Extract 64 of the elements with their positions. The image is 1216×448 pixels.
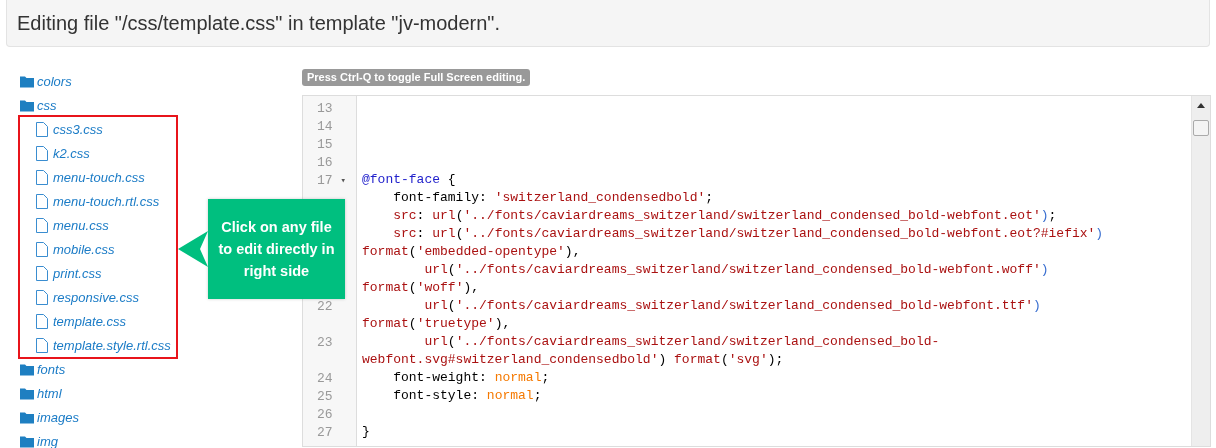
file-icon — [36, 337, 48, 353]
code-line: url('../fonts/caviardreams_switzerland/switzerland_condensed_bold-webfont.woff') — [423, 262, 1049, 277]
code-line: src: url('../fonts/caviardreams_switzerland/switzerland_condensed_bold-webfont.eot'); — [392, 208, 1057, 223]
fold-marker[interactable]: ▾ — [340, 174, 347, 186]
code-line: format('woff'), — [362, 280, 480, 295]
file-link[interactable]: mobile.css — [53, 241, 115, 257]
code-line: } — [362, 424, 370, 439]
file-icon — [36, 217, 48, 233]
page-title: Editing file "/css/template.css" in template "jv-modern". — [17, 11, 501, 35]
file-link[interactable]: menu-touch.rtl.css — [53, 193, 160, 209]
folder-icon — [20, 410, 34, 424]
file-link[interactable]: responsive.css — [53, 289, 139, 305]
code-line: @font-face { — [362, 172, 456, 187]
file-icon — [36, 265, 48, 281]
folder-link[interactable]: html — [37, 385, 62, 401]
file-icon — [36, 193, 48, 209]
folder-icon — [20, 434, 34, 448]
editor-hint: Press Ctrl-Q to toggle Full Screen editing. — [302, 69, 531, 86]
callout-text: Click on any file to edit directly in right side — [217, 218, 336, 281]
file-link[interactable]: template.css — [53, 313, 126, 329]
file-icon — [36, 169, 48, 185]
folder-link[interactable]: img — [37, 433, 58, 448]
code-line: url('../fonts/caviardreams_switzerland/switzerland_condensed_bold-webfont.ttf') — [423, 298, 1041, 313]
code-line: url('../fonts/caviardreams_switzerland/switzerland_condensed_bold- — [423, 334, 940, 349]
line-number: 16 — [317, 154, 333, 170]
file-link[interactable]: menu.css — [53, 217, 109, 233]
line-number: 15 — [317, 136, 333, 152]
folder-icon — [20, 74, 34, 88]
file-icon — [36, 121, 48, 137]
file-link[interactable]: css3.css — [53, 121, 103, 137]
scroll-thumb[interactable] — [1193, 120, 1209, 136]
file-icon — [36, 313, 48, 329]
line-number: 25 — [317, 388, 333, 404]
folder-link[interactable]: css — [37, 97, 57, 113]
line-number: 26 — [317, 406, 333, 422]
file-icon — [36, 145, 48, 161]
scrollbar[interactable] — [1191, 96, 1210, 446]
line-number: 13 — [317, 100, 333, 116]
folder-link[interactable]: colors — [37, 73, 72, 89]
folder-link[interactable]: images — [37, 409, 79, 425]
code-line: format('embedded-opentype'), — [362, 244, 581, 259]
file-link[interactable]: template.style.rtl.css — [53, 337, 171, 353]
file-link[interactable]: menu-touch.css — [53, 169, 145, 185]
code-line: font-style: normal; — [392, 388, 542, 403]
code-line: font-weight: normal; — [392, 370, 550, 385]
file-icon — [36, 289, 48, 305]
code-line: src: url('../fonts/caviardreams_switzerland/switzerland_condensed_bold-webfont.eot?#iefix') — [392, 226, 1104, 241]
file-link[interactable]: print.css — [53, 265, 102, 281]
code-line: webfont.svg#switzerland_condensedbold') format('svg'); — [362, 352, 784, 367]
line-number: 22 — [317, 298, 333, 314]
code-line: format('truetype'), — [362, 316, 511, 331]
file-icon — [36, 241, 48, 257]
file-link[interactable]: k2.css — [53, 145, 90, 161]
line-number: 17 — [317, 172, 333, 188]
folder-icon — [20, 98, 34, 112]
folder-icon — [20, 386, 34, 400]
folder-link[interactable]: fonts — [37, 361, 66, 377]
code-line: font-family: 'switzerland_condensedbold'; — [392, 190, 714, 205]
line-number: 14 — [317, 118, 333, 134]
line-number: 27 — [317, 424, 333, 440]
line-number: 24 — [317, 370, 333, 386]
line-number: 23 — [317, 334, 333, 350]
folder-icon — [20, 362, 34, 376]
scroll-up-icon[interactable] — [1197, 103, 1205, 108]
